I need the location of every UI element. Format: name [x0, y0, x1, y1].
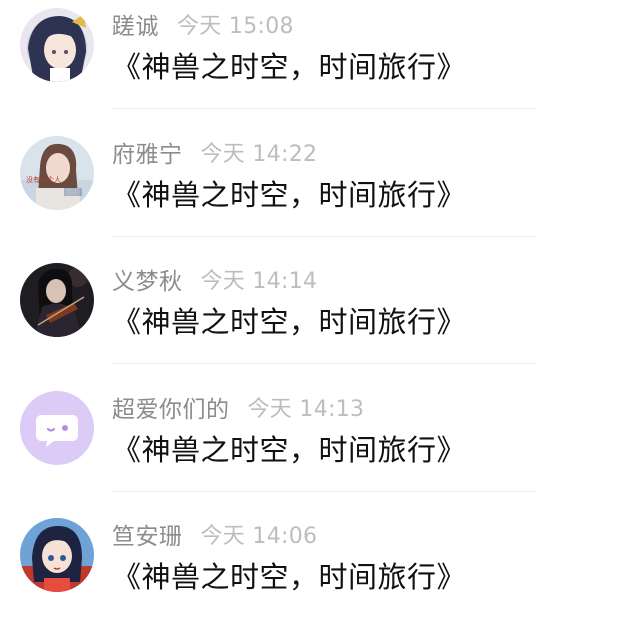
- violin-player-avatar-icon: [20, 263, 94, 337]
- comment-text: 《神兽之时空，时间旅行》: [112, 178, 467, 212]
- timestamp: 今天 14:22: [200, 142, 318, 167]
- divider: [112, 363, 536, 364]
- username[interactable]: 笪安珊: [112, 517, 183, 551]
- timestamp: 今天 14:06: [200, 524, 318, 549]
- comment-text: 《神兽之时空，时间旅行》: [112, 560, 467, 594]
- comment-list: 蹉诚 今天 15:08 《神兽之时空，时间旅行》 没有一个人 懂我 府雅宁 今天…: [0, 0, 640, 617]
- comment-meta: 府雅宁 今天 14:22: [112, 134, 317, 170]
- avatar[interactable]: [20, 391, 94, 465]
- username[interactable]: 蹉诚: [112, 7, 159, 41]
- username[interactable]: 超爱你们的: [112, 390, 230, 424]
- comment-item[interactable]: 蹉诚 今天 15:08 《神兽之时空，时间旅行》: [0, 0, 640, 127]
- comment-text: 《神兽之时空，时间旅行》: [112, 50, 467, 84]
- anime-girl-red-avatar-icon: [20, 518, 94, 592]
- chat-bubble-avatar-icon: [20, 391, 94, 465]
- timestamp: 今天 15:08: [177, 14, 294, 39]
- timestamp: 今天 14:13: [247, 397, 365, 422]
- username[interactable]: 府雅宁: [112, 135, 183, 169]
- comment-item[interactable]: 笪安珊 今天 14:06 《神兽之时空，时间旅行》: [0, 510, 640, 637]
- comment-item[interactable]: 没有一个人 懂我 府雅宁 今天 14:22 《神兽之时空，时间旅行》: [0, 128, 640, 255]
- avatar[interactable]: [20, 518, 94, 592]
- divider: [112, 108, 536, 109]
- photo-girl-avatar-icon: 没有一个人 懂我: [20, 136, 94, 210]
- divider: [112, 491, 536, 492]
- divider: [112, 236, 536, 237]
- timestamp: 今天 14:14: [200, 269, 318, 294]
- avatar-caption: 没有一个人: [26, 175, 61, 184]
- comment-meta: 超爱你们的 今天 14:13: [112, 389, 364, 425]
- anime-girl-avatar-icon: [20, 8, 94, 82]
- avatar[interactable]: [20, 8, 94, 82]
- comment-item[interactable]: 义梦秋 今天 14:14 《神兽之时空，时间旅行》: [0, 255, 640, 382]
- username[interactable]: 义梦秋: [112, 262, 183, 296]
- comment-meta: 义梦秋 今天 14:14: [112, 261, 317, 297]
- comment-item[interactable]: 超爱你们的 今天 14:13 《神兽之时空，时间旅行》: [0, 383, 640, 510]
- comment-meta: 笪安珊 今天 14:06: [112, 516, 317, 552]
- comment-text: 《神兽之时空，时间旅行》: [112, 305, 467, 339]
- comment-meta: 蹉诚 今天 15:08: [112, 6, 294, 42]
- avatar[interactable]: [20, 263, 94, 337]
- comment-text: 《神兽之时空，时间旅行》: [112, 433, 467, 467]
- avatar[interactable]: 没有一个人 懂我: [20, 136, 94, 210]
